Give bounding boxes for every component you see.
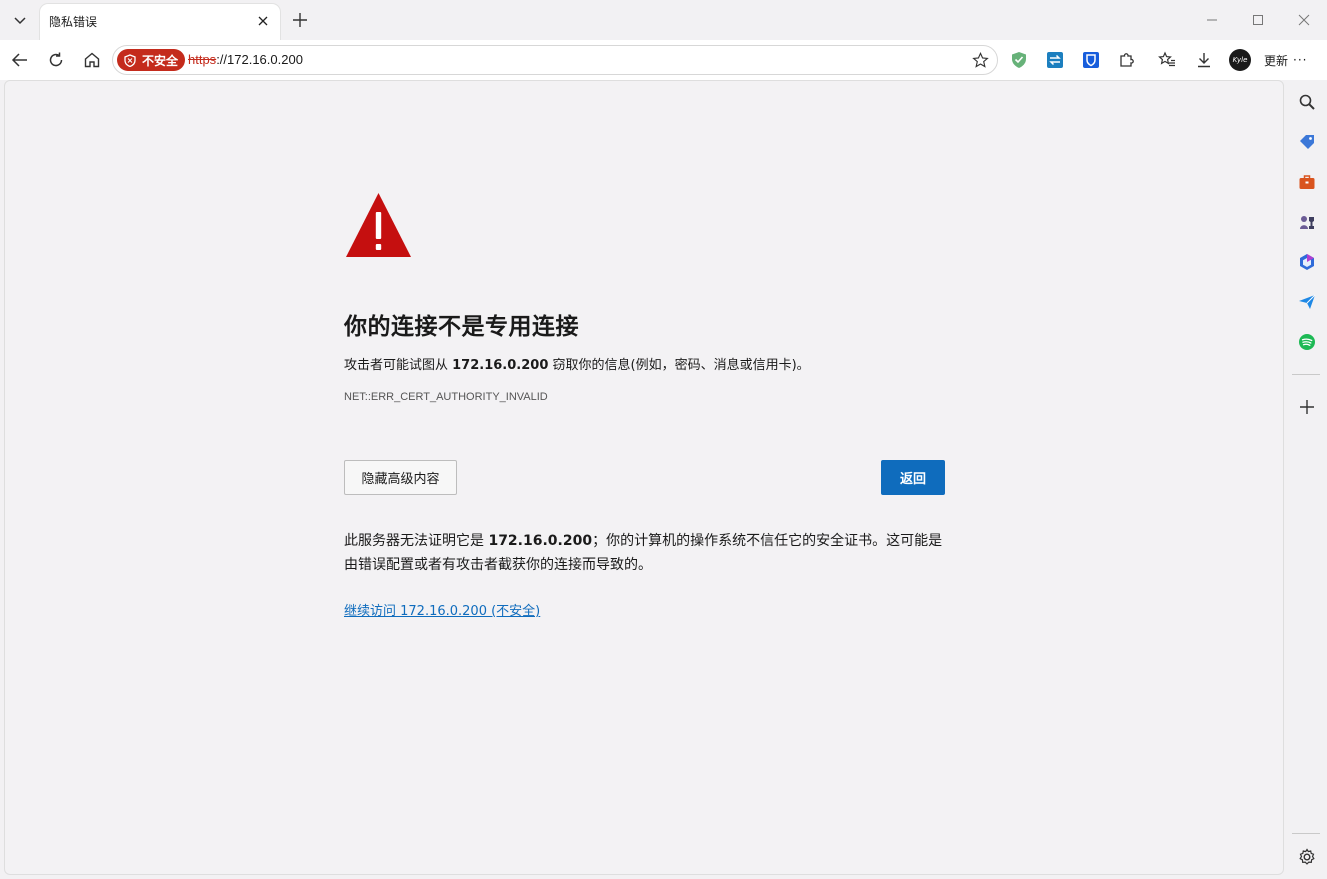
active-tab[interactable]: 隐私错误 bbox=[40, 4, 280, 40]
bitwarden-icon[interactable] bbox=[1077, 46, 1105, 74]
page-description: 攻击者可能试图从 172.16.0.200 窃取你的信息(例如，密码、消息或信用… bbox=[344, 354, 810, 373]
detail-host: 172.16.0.200 bbox=[488, 533, 593, 549]
edge-sidebar bbox=[1287, 80, 1327, 879]
page-content: 你的连接不是专用连接 攻击者可能试图从 172.16.0.200 窃取你的信息(… bbox=[4, 80, 1284, 875]
downloads-icon[interactable] bbox=[1190, 46, 1218, 74]
spotify-icon[interactable] bbox=[1293, 328, 1321, 356]
address-bar[interactable]: 不安全 https://172.16.0.200 bbox=[112, 45, 998, 75]
back-arrow-icon[interactable] bbox=[6, 46, 34, 74]
error-code: NET::ERR_CERT_AUTHORITY_INVALID bbox=[344, 391, 548, 403]
more-options-icon[interactable]: ··· bbox=[1293, 53, 1307, 67]
adguard-shield-icon[interactable] bbox=[1005, 46, 1033, 74]
profile-avatar[interactable]: Kyle bbox=[1229, 49, 1251, 71]
refresh-icon[interactable] bbox=[42, 46, 70, 74]
favorites-list-icon[interactable] bbox=[1153, 46, 1181, 74]
tab-actions-chevron-down-icon[interactable] bbox=[6, 7, 34, 33]
detail-prefix: 此服务器无法证明它是 bbox=[344, 533, 489, 549]
send-paper-plane-icon[interactable] bbox=[1293, 288, 1321, 316]
desc-host: 172.16.0.200 bbox=[452, 358, 549, 373]
search-icon[interactable] bbox=[1293, 88, 1321, 116]
tools-briefcase-icon[interactable] bbox=[1293, 168, 1321, 196]
tab-strip: 隐私错误 bbox=[0, 0, 1327, 40]
microsoft-365-icon[interactable] bbox=[1293, 248, 1321, 276]
favorite-star-icon[interactable] bbox=[969, 49, 991, 71]
add-sidebar-app-plus-icon[interactable] bbox=[1293, 393, 1321, 421]
shopping-tag-icon[interactable] bbox=[1293, 128, 1321, 156]
proceed-unsafe-link[interactable]: 继续访问 172.16.0.200 (不安全) bbox=[344, 600, 540, 619]
url-host: ://172.16.0.200 bbox=[216, 52, 303, 67]
sidebar-divider-bottom bbox=[1292, 833, 1320, 834]
desc-prefix: 攻击者可能试图从 bbox=[344, 358, 453, 373]
page-heading: 你的连接不是专用连接 bbox=[344, 314, 579, 340]
url-scheme: https bbox=[188, 52, 217, 67]
translate-extension-icon[interactable] bbox=[1041, 46, 1069, 74]
sidebar-divider bbox=[1292, 374, 1320, 375]
hide-advanced-button[interactable]: 隐藏高级内容 bbox=[344, 460, 457, 495]
games-chess-icon[interactable] bbox=[1293, 208, 1321, 236]
desc-suffix: 窃取你的信息(例如，密码、消息或信用卡)。 bbox=[548, 358, 810, 373]
url-text[interactable]: https://172.16.0.200 bbox=[188, 52, 303, 67]
close-window-icon[interactable] bbox=[1292, 8, 1316, 32]
tab-close-icon[interactable] bbox=[254, 12, 272, 30]
new-tab-plus-icon[interactable] bbox=[287, 7, 313, 33]
go-back-button[interactable]: 返回 bbox=[881, 460, 945, 495]
toolbar: 不安全 https://172.16.0.200 Kyle 更新 ··· bbox=[0, 40, 1327, 80]
update-button[interactable]: 更新 ··· bbox=[1264, 48, 1307, 72]
not-secure-label: 不安全 bbox=[142, 53, 179, 68]
tab-title: 隐私错误 bbox=[49, 15, 98, 29]
avatar-text: Kyle bbox=[1232, 56, 1248, 64]
shield-warning-icon bbox=[124, 53, 136, 67]
settings-gear-icon[interactable] bbox=[1293, 843, 1321, 871]
warning-triangle-icon bbox=[344, 191, 413, 263]
advanced-details: 此服务器无法证明它是 172.16.0.200；你的计算机的操作系统不信任它的安… bbox=[344, 529, 944, 577]
maximize-icon[interactable] bbox=[1246, 8, 1270, 32]
extensions-puzzle-icon[interactable] bbox=[1113, 46, 1141, 74]
home-icon[interactable] bbox=[78, 46, 106, 74]
update-label: 更新 bbox=[1264, 53, 1289, 68]
minimize-icon[interactable] bbox=[1200, 8, 1224, 32]
not-secure-badge[interactable]: 不安全 bbox=[117, 49, 185, 71]
